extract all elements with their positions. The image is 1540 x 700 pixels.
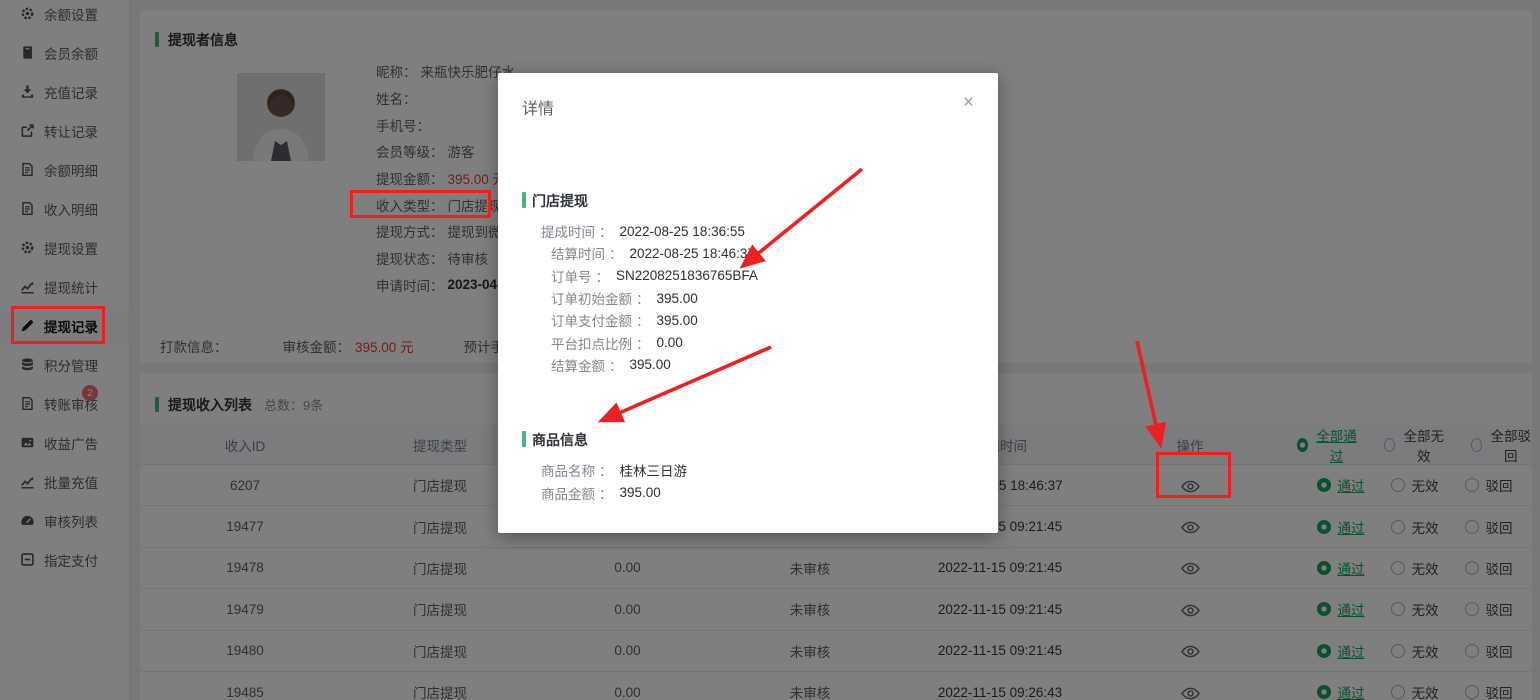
modal-field-colon: ： [609,243,623,263]
modal-field-colon: ： [609,355,623,375]
modal-field-colon: ： [599,460,613,480]
modal-field: 结算金额： 395.00 [551,354,998,376]
modal-field-value: 桂林三日游 [620,460,688,480]
modal-field-value: 0.00 [657,335,683,350]
modal-section-fields: 商品名称： 桂林三日游商品金额： 395.00 [498,459,998,504]
modal-field-value: SN2208251836765BFA [616,268,758,283]
modal-field-label: 订单初始金额 [551,288,632,308]
modal-field-label: 平台扣点比例 [551,333,632,353]
modal-field: 商品金额： 395.00 [541,481,998,503]
modal-header: 详情 × [498,73,998,119]
close-icon[interactable]: × [963,95,974,111]
modal-field-label: 提成时间 [541,221,595,241]
modal-field-value: 395.00 [620,485,661,500]
modal-section-title-text: 门店提现 [532,193,588,209]
modal-field: 平台扣点比例： 0.00 [551,331,998,353]
modal-field: 订单支付金额： 395.00 [551,309,998,331]
modal-field-label: 订单号 [551,266,592,286]
modal-field-label: 商品金额 [541,483,595,503]
modal-field-label: 结算时间 [551,243,605,263]
modal-field: 提成时间： 2022-08-25 18:36:55 [541,220,998,242]
modal-field: 订单号： SN2208251836765BFA [551,265,998,287]
modal-field-value: 2022-08-25 18:36:55 [620,224,745,239]
modal-field-value: 395.00 [657,313,698,328]
modal-field: 订单初始金额： 395.00 [551,287,998,309]
modal-section-fields: 提成时间：2022-08-25 18:36:55结算时间：2022-08-25 … [498,220,998,376]
section-bar [522,431,526,447]
modal-field: 结算时间： 2022-08-25 18:46:37 [551,242,998,264]
modal-field-colon: ： [599,483,613,503]
modal-field-colon: ： [599,221,613,241]
modal-section-title: 门店提现 [498,191,998,211]
modal-field-colon: ： [636,310,650,330]
modal-field-colon: ： [636,333,650,353]
modal-field-value: 395.00 [657,291,698,306]
modal-field-colon: ： [636,288,650,308]
modal-field-value: 2022-08-25 18:46:37 [630,246,755,261]
modal-field-label: 订单支付金额 [551,310,632,330]
modal-field-label: 商品名称 [541,460,595,480]
modal-field-colon: ： [596,266,610,286]
section-bar [522,192,526,208]
modal-section-title-text: 商品信息 [532,432,588,448]
modal-body: 门店提现提成时间：2022-08-25 18:36:55结算时间：2022-08… [498,191,998,504]
modal-field-label: 结算金额 [551,355,605,375]
detail-modal: 详情 × 门店提现提成时间：2022-08-25 18:36:55结算时间：20… [498,73,998,533]
modal-section-title: 商品信息 [498,430,998,450]
modal-title: 详情 [522,95,554,119]
modal-field-value: 395.00 [630,357,671,372]
modal-field: 商品名称： 桂林三日游 [541,459,998,481]
